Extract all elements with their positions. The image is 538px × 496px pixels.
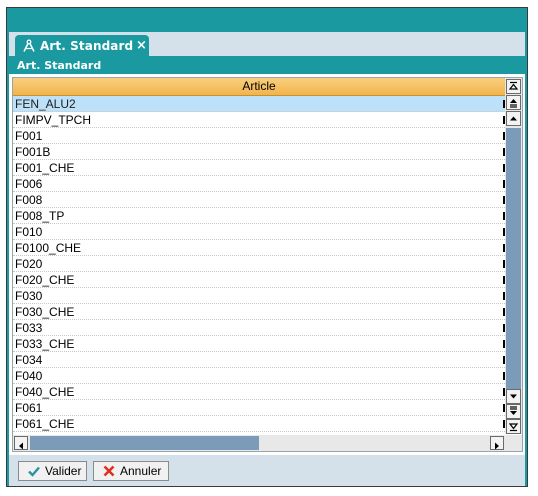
validate-label: Valider bbox=[45, 464, 82, 478]
article-cell: F030 bbox=[15, 289, 43, 303]
scroll-down-icon[interactable] bbox=[506, 389, 521, 404]
table-row[interactable]: FIMPV_TPCH bbox=[13, 112, 505, 128]
article-cell: F040_CHE bbox=[15, 385, 75, 399]
article-cell: F001 bbox=[15, 129, 43, 143]
table-row[interactable]: F001 bbox=[13, 128, 505, 144]
app-window: Art. Standard × Art. Standard Article FE… bbox=[6, 7, 528, 487]
table-row[interactable]: F0100_CHE bbox=[13, 240, 505, 256]
table-row[interactable]: F001B bbox=[13, 144, 505, 160]
article-cell: F001_CHE bbox=[15, 161, 75, 175]
compass-icon bbox=[23, 39, 35, 52]
horizontal-scroll-thumb[interactable] bbox=[30, 436, 259, 450]
article-cell: F006 bbox=[15, 177, 43, 191]
table-row[interactable]: F040_CHE bbox=[13, 384, 505, 400]
table-row[interactable]: F030 bbox=[13, 288, 505, 304]
article-cell: F034 bbox=[15, 353, 43, 367]
article-cell: F001B bbox=[15, 145, 51, 159]
article-cell: FEN_ALU2 bbox=[15, 97, 76, 111]
article-cell: F008 bbox=[15, 193, 43, 207]
article-cell: F061_CHE bbox=[15, 417, 75, 431]
tab-label: Art. Standard bbox=[40, 39, 134, 53]
article-cell: F061 bbox=[15, 401, 43, 415]
scroll-page-down-icon[interactable] bbox=[506, 404, 521, 419]
vertical-scrollbar[interactable] bbox=[505, 78, 522, 434]
table-row[interactable]: F008 bbox=[13, 192, 505, 208]
article-cell: F030_CHE bbox=[15, 305, 75, 319]
validate-button[interactable]: Valider bbox=[18, 461, 87, 481]
scroll-up-icon[interactable] bbox=[506, 111, 521, 126]
content-panel: Article FEN_ALU2 FIMPV_TPCH F001 F001B F001_… bbox=[9, 74, 525, 455]
article-cell: F020_CHE bbox=[15, 273, 75, 287]
scroll-corner bbox=[505, 435, 522, 451]
article-cell: F033_CHE bbox=[15, 337, 75, 351]
table-row[interactable]: F033_CHE bbox=[13, 336, 505, 352]
scroll-top-icon[interactable] bbox=[506, 79, 521, 94]
button-bar: Valider Annuler bbox=[9, 455, 525, 486]
tab-art-standard[interactable]: Art. Standard × bbox=[15, 35, 149, 57]
article-cell: F010 bbox=[15, 225, 43, 239]
scroll-bottom-icon[interactable] bbox=[506, 419, 521, 434]
cancel-label: Annuler bbox=[120, 464, 162, 478]
article-cell: F0100_CHE bbox=[15, 241, 82, 255]
scroll-left-icon[interactable] bbox=[14, 436, 28, 450]
article-cell: F040 bbox=[15, 369, 43, 383]
cancel-button[interactable]: Annuler bbox=[93, 461, 169, 481]
table-row[interactable]: F001_CHE bbox=[13, 160, 505, 176]
table-row[interactable]: F020_CHE bbox=[13, 272, 505, 288]
check-icon bbox=[28, 466, 40, 477]
article-grid: Article FEN_ALU2 FIMPV_TPCH F001 F001B F001_… bbox=[12, 77, 523, 452]
horizontal-scrollbar[interactable] bbox=[13, 435, 505, 451]
panel-title-text: Art. Standard bbox=[17, 59, 102, 72]
article-cell: F033 bbox=[15, 321, 43, 335]
table-row[interactable]: F008_TP bbox=[13, 208, 505, 224]
table-row[interactable]: F030_CHE bbox=[13, 304, 505, 320]
x-icon bbox=[103, 465, 115, 477]
grid-rows: FEN_ALU2 FIMPV_TPCH F001 F001B F001_CHE F006 F… bbox=[13, 96, 505, 432]
article-cell: FIMPV_TPCH bbox=[15, 113, 92, 127]
scroll-page-up-icon[interactable] bbox=[506, 95, 521, 110]
table-row[interactable]: F061_CHE bbox=[13, 416, 505, 432]
table-row[interactable]: F040 bbox=[13, 368, 505, 384]
table-row[interactable]: F020 bbox=[13, 256, 505, 272]
vertical-scroll-thumb[interactable] bbox=[506, 128, 521, 389]
scroll-right-icon[interactable] bbox=[490, 436, 504, 450]
column-header-article[interactable]: Article bbox=[13, 78, 505, 96]
table-row[interactable]: FEN_ALU2 bbox=[13, 96, 505, 112]
article-cell: F020 bbox=[15, 257, 43, 271]
article-cell: F008_TP bbox=[15, 209, 65, 223]
panel-title: Art. Standard bbox=[9, 57, 525, 74]
table-row[interactable]: F034 bbox=[13, 352, 505, 368]
table-row[interactable]: F006 bbox=[13, 176, 505, 192]
close-icon[interactable]: × bbox=[136, 35, 147, 57]
table-row[interactable]: F061 bbox=[13, 400, 505, 416]
table-row[interactable]: F010 bbox=[13, 224, 505, 240]
table-row[interactable]: F033 bbox=[13, 320, 505, 336]
